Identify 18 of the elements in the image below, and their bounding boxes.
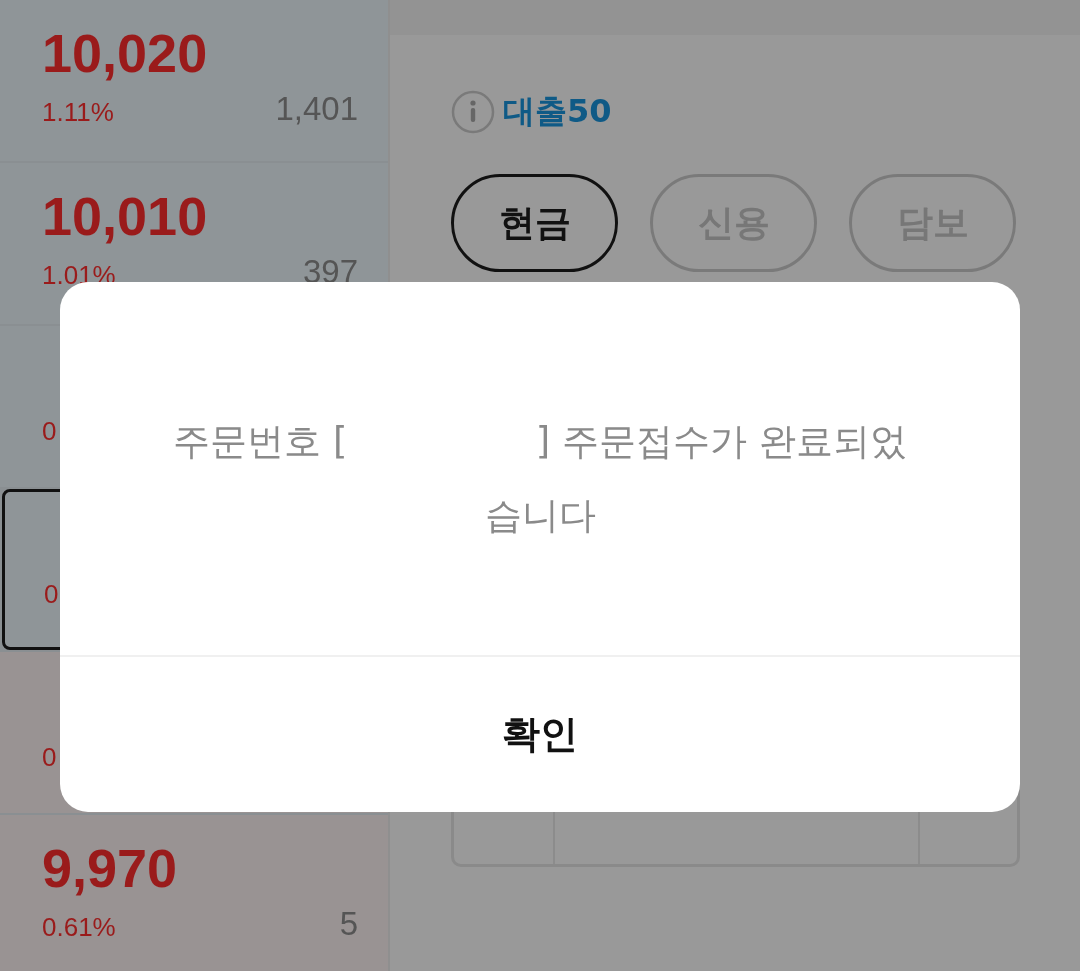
change-rate: 0.61% <box>42 912 116 943</box>
volume: 5 <box>339 905 358 943</box>
price-row[interactable]: 10,020 1.11% 1,401 <box>0 0 388 161</box>
change-rate: 0 <box>44 579 59 610</box>
volume: 1,401 <box>275 90 358 128</box>
price: 10,020 <box>42 26 208 80</box>
change-rate: 1.11% <box>42 97 114 128</box>
change-rate: 0 <box>42 742 57 773</box>
account-type-toggle[interactable]: 현금 <box>451 174 618 272</box>
dialog-message: 주문번호 [ ] 주문접수가 완료되었습니다 <box>172 418 908 539</box>
price-row[interactable]: 9,970 0.61% 5 <box>0 815 388 971</box>
volume: 397 <box>302 253 358 291</box>
info-icon[interactable] <box>451 90 495 134</box>
price: 9,970 <box>42 841 178 895</box>
price: 10,010 <box>42 189 208 243</box>
change-rate: 0 <box>42 416 57 447</box>
margin-label: 대출50 <box>503 91 612 132</box>
confirm-button[interactable]: 확인 <box>60 657 1020 812</box>
